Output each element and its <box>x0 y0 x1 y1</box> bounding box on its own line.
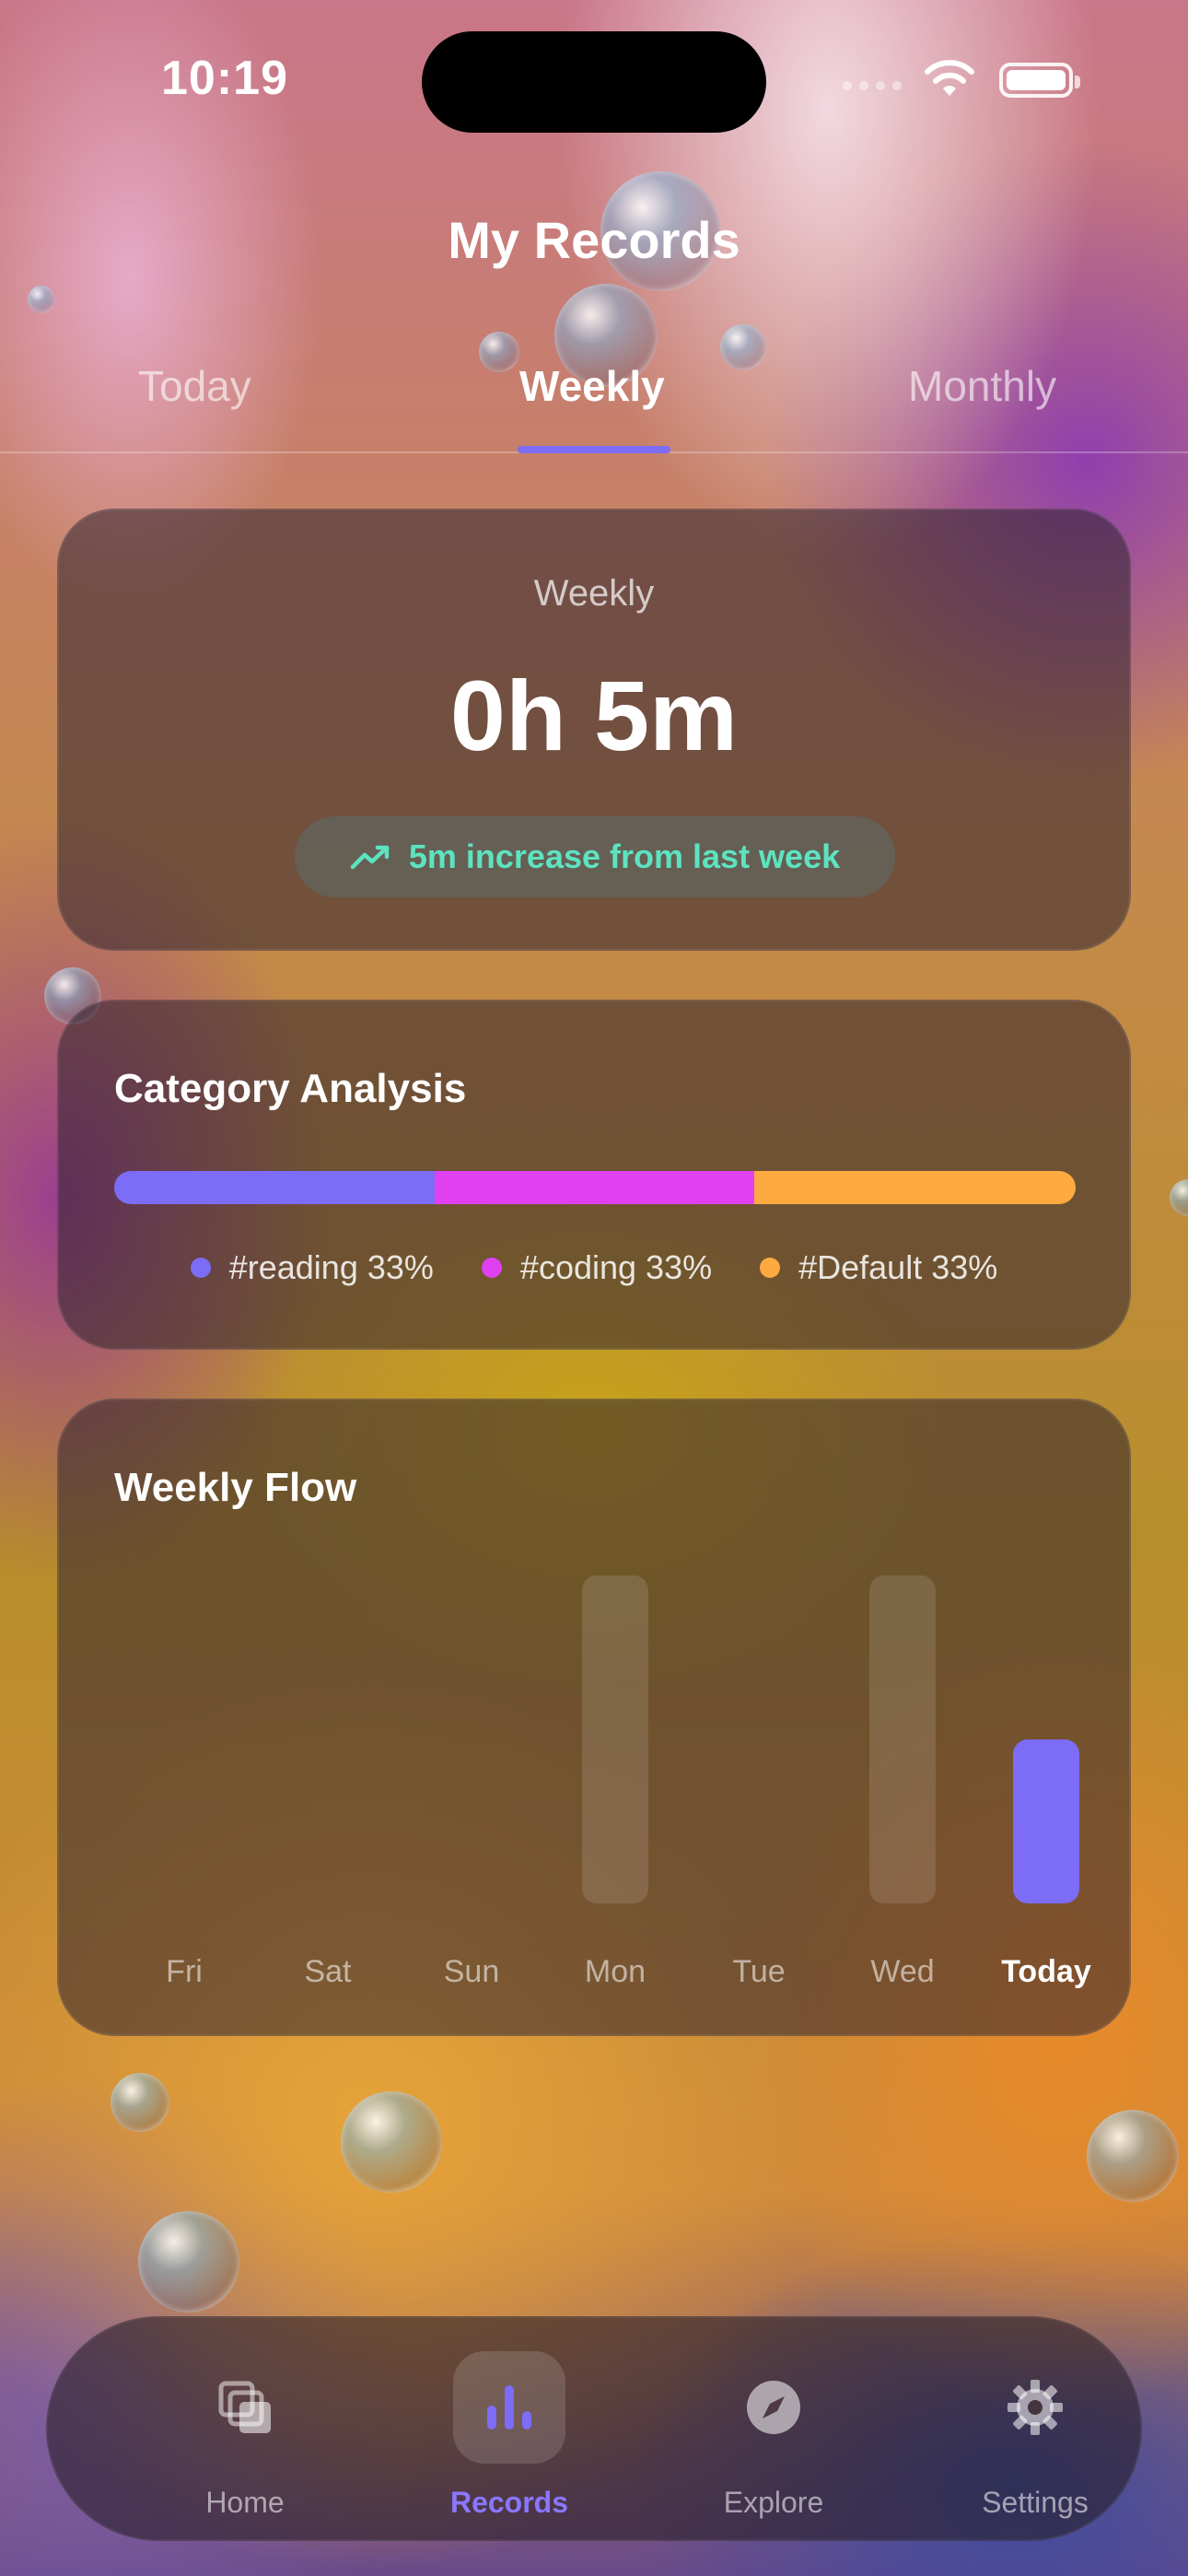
flow-column-today: Today <box>974 1575 1118 1999</box>
bubble-decoration <box>1170 1179 1188 1216</box>
weekly-flow-card: Weekly Flow Fri Sat Sun Mon Tue Wed Today <box>57 1399 1131 2036</box>
signal-dots-icon <box>843 81 902 90</box>
tabbar-label: Settings <box>982 2486 1089 2519</box>
tab-today[interactable]: Today <box>138 361 251 411</box>
flow-bar-track <box>438 1575 505 1903</box>
legend-percent: 33% <box>931 1248 998 1286</box>
bubble-decoration <box>138 2211 239 2313</box>
status-bar: 10:19 <box>0 0 1188 157</box>
cards-icon <box>218 2381 271 2433</box>
legend-name: #coding <box>519 1248 637 1286</box>
legend-name: #reading <box>228 1248 358 1286</box>
weekly-flow-chart: Fri Sat Sun Mon Tue Wed Today <box>112 1575 1091 1999</box>
flow-day-label: Tue <box>732 1954 786 1989</box>
flow-bar-mon <box>582 1575 648 1903</box>
tabbar-item-records[interactable]: Records <box>426 2351 592 2519</box>
wifi-icon <box>925 60 974 96</box>
weekly-summary-card: Weekly 0h 5m 5m increase from last week <box>57 509 1131 951</box>
legend-dot <box>481 1258 502 1278</box>
legend-item-default: #Default 33% <box>760 1248 997 1287</box>
bottom-tab-bar: Home Records Explore Settings <box>46 2316 1142 2541</box>
flow-day-label: Fri <box>166 1954 203 1989</box>
tabbar-item-explore[interactable]: Explore <box>691 2351 856 2519</box>
status-time: 10:19 <box>161 52 288 105</box>
tabbar-label: Records <box>449 2486 569 2519</box>
category-legend: #reading 33% #coding 33% #Default 33% <box>59 1248 1129 1287</box>
bubble-decoration <box>28 286 55 313</box>
flow-column-fri: Fri <box>112 1575 256 1999</box>
flow-bar-wed <box>869 1575 936 1903</box>
legend-dot <box>760 1258 781 1278</box>
page-title: My Records <box>448 211 740 269</box>
summary-label: Weekly <box>533 573 655 614</box>
flow-bar-track <box>295 1575 361 1903</box>
tabbar-item-home[interactable]: Home <box>162 2351 328 2519</box>
category-distribution-bar <box>114 1171 1076 1204</box>
flow-day-label: Today <box>1001 1954 1091 1989</box>
compass-icon <box>747 2381 800 2434</box>
legend-name: #Default <box>798 1248 923 1286</box>
flow-column-tue: Tue <box>687 1575 831 1999</box>
weekly-flow-title: Weekly Flow <box>114 1465 357 1510</box>
dynamic-island <box>422 31 766 133</box>
tab-monthly[interactable]: Monthly <box>908 361 1056 411</box>
category-analysis-card: Category Analysis #reading 33% #coding 3… <box>57 1000 1131 1350</box>
flow-bar-track <box>1013 1575 1079 1903</box>
tab-weekly[interactable]: Weekly <box>519 361 665 411</box>
legend-item-coding: #coding 33% <box>481 1248 713 1287</box>
trend-text: 5m increase from last week <box>408 837 841 875</box>
flow-bar-track <box>726 1575 792 1903</box>
battery-icon <box>999 63 1080 98</box>
flow-bar-track <box>869 1575 936 1903</box>
legend-percent: 33% <box>646 1248 713 1286</box>
bubble-decoration <box>341 2091 442 2193</box>
period-tabs: Today Weekly Monthly <box>0 350 1188 453</box>
flow-column-wed: Wed <box>831 1575 974 1999</box>
tabbar-item-settings[interactable]: Settings <box>952 2351 1118 2519</box>
legend-dot <box>190 1258 211 1278</box>
trending-up-icon <box>350 845 390 870</box>
trend-badge: 5m increase from last week <box>295 816 895 897</box>
flow-bar-track <box>151 1575 217 1903</box>
legend-item-reading: #reading 33% <box>190 1248 434 1287</box>
category-segment-reading <box>114 1171 435 1204</box>
bubble-decoration <box>111 2073 169 2132</box>
flow-bar-track <box>582 1575 648 1903</box>
flow-day-label: Sun <box>443 1954 500 1989</box>
flow-column-sun: Sun <box>400 1575 543 1999</box>
category-analysis-title: Category Analysis <box>114 1066 467 1111</box>
tabbar-label: Home <box>205 2486 285 2519</box>
flow-bar-today <box>1013 1739 1079 1903</box>
flow-day-label: Wed <box>870 1954 935 1989</box>
legend-percent: 33% <box>367 1248 434 1286</box>
category-segment-default <box>754 1171 1076 1204</box>
active-tab-indicator <box>518 446 670 453</box>
flow-column-sat: Sat <box>256 1575 400 1999</box>
category-segment-coding <box>434 1171 755 1204</box>
bar-chart-icon <box>487 2385 531 2430</box>
flow-day-label: Sat <box>304 1954 352 1989</box>
gear-icon <box>1007 2380 1063 2435</box>
tabbar-label: Explore <box>723 2486 824 2519</box>
flow-day-label: Mon <box>584 1954 646 1989</box>
bubble-decoration <box>1087 2110 1179 2202</box>
summary-total-time: 0h 5m <box>449 660 739 771</box>
flow-column-mon: Mon <box>543 1575 687 1999</box>
